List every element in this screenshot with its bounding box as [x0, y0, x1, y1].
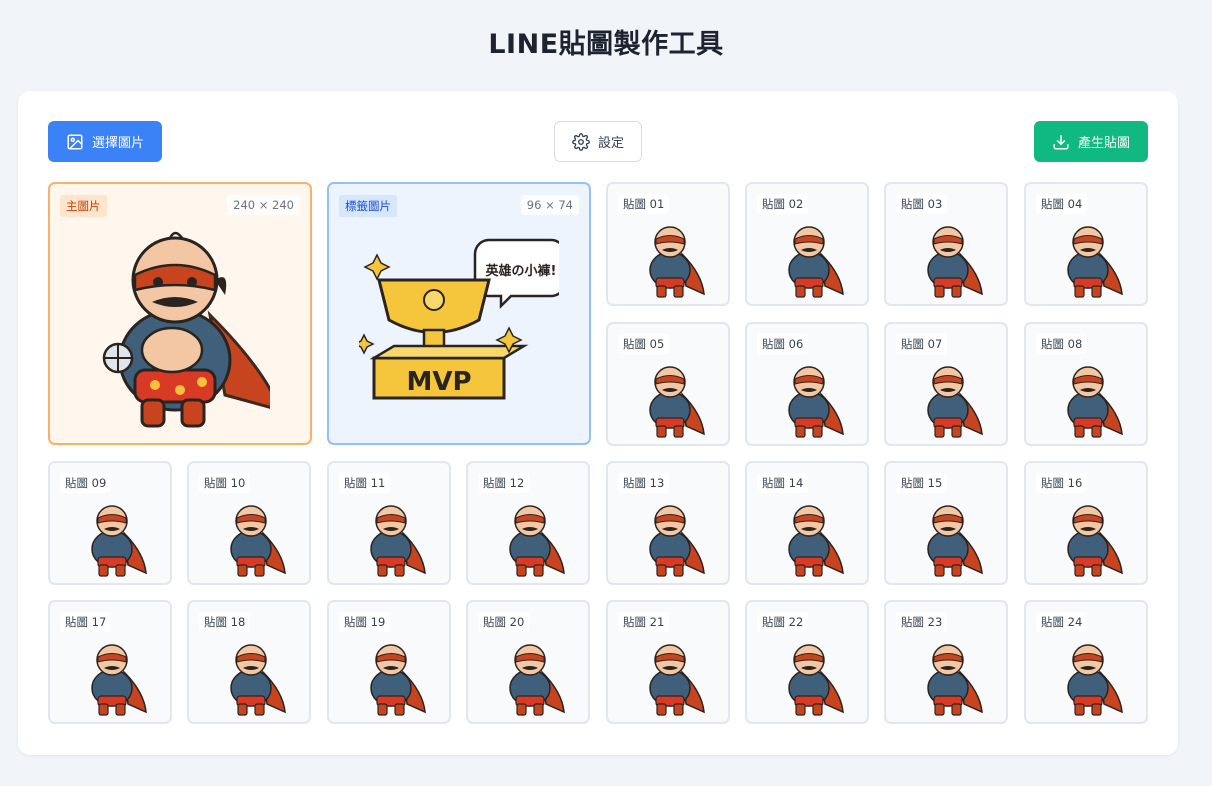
tab-image-tag: 標籤圖片	[339, 195, 397, 217]
sticker-tile-17[interactable]: 貼圖 17	[48, 600, 172, 724]
settings-button[interactable]: 設定	[554, 121, 642, 162]
sticker-tile-08[interactable]: 貼圖 08	[1024, 322, 1148, 446]
sticker-tile-09[interactable]: 貼圖 09	[48, 461, 172, 585]
trophy-mvp-text: MVP	[406, 367, 471, 397]
generate-stickers-button[interactable]: 產生貼圖	[1034, 121, 1148, 162]
main-image-tag: 主圖片	[60, 195, 107, 217]
sticker-thumbnail	[927, 644, 983, 716]
sticker-tile-01[interactable]: 貼圖 01	[606, 182, 730, 306]
sticker-thumbnail	[649, 644, 705, 716]
sticker-label: 貼圖 12	[478, 473, 530, 493]
sticker-label: 貼圖 09	[60, 473, 112, 493]
sticker-label: 貼圖 02	[757, 194, 809, 214]
sticker-label: 貼圖 14	[757, 473, 809, 493]
tab-image-dimensions: 96 × 74	[520, 195, 579, 215]
sticker-thumbnail	[788, 366, 844, 438]
sticker-label: 貼圖 11	[339, 473, 391, 493]
sticker-tile-02[interactable]: 貼圖 02	[745, 182, 869, 306]
sticker-tile-05[interactable]: 貼圖 05	[606, 322, 730, 446]
sticker-thumbnail	[649, 226, 705, 298]
editor-card: 選擇圖片 設定 產生貼圖 主圖片 240 × 240 標籤圖片 96 × 74 …	[18, 91, 1178, 755]
sticker-label: 貼圖 23	[896, 612, 948, 632]
sticker-label: 貼圖 19	[339, 612, 391, 632]
sticker-label: 貼圖 07	[896, 334, 948, 354]
sticker-thumbnail	[649, 366, 705, 438]
generate-stickers-label: 產生貼圖	[1077, 136, 1130, 151]
sticker-tile-20[interactable]: 貼圖 20	[466, 600, 590, 724]
sticker-label: 貼圖 08	[1036, 334, 1088, 354]
superhero-character-illustration	[102, 231, 270, 428]
sticker-thumbnail	[509, 644, 565, 716]
sticker-label: 貼圖 04	[1036, 194, 1088, 214]
sticker-thumbnail	[1067, 505, 1123, 577]
speech-bubble-text: 英雄の小褲!	[485, 263, 557, 279]
sticker-tile-21[interactable]: 貼圖 21	[606, 600, 730, 724]
sticker-label: 貼圖 05	[618, 334, 670, 354]
sticker-tile-19[interactable]: 貼圖 19	[327, 600, 451, 724]
sticker-thumbnail	[91, 644, 147, 716]
sticker-label: 貼圖 16	[1036, 473, 1088, 493]
sticker-tile-15[interactable]: 貼圖 15	[884, 461, 1008, 585]
main-image-dimensions: 240 × 240	[227, 195, 300, 215]
mvp-trophy-illustration: 英雄の小褲! MVP	[359, 238, 559, 400]
sticker-tile-10[interactable]: 貼圖 10	[187, 461, 311, 585]
sticker-tile-24[interactable]: 貼圖 24	[1024, 600, 1148, 724]
sticker-thumbnail	[788, 644, 844, 716]
sticker-thumbnail	[91, 505, 147, 577]
sticker-thumbnail	[649, 505, 705, 577]
sticker-tile-16[interactable]: 貼圖 16	[1024, 461, 1148, 585]
sticker-tile-23[interactable]: 貼圖 23	[884, 600, 1008, 724]
settings-label: 設定	[597, 136, 624, 151]
sticker-thumbnail	[230, 505, 286, 577]
main-image-preview[interactable]: 主圖片 240 × 240	[48, 182, 312, 445]
sticker-tile-03[interactable]: 貼圖 03	[884, 182, 1008, 306]
sticker-label: 貼圖 06	[757, 334, 809, 354]
sticker-thumbnail	[370, 644, 426, 716]
sticker-thumbnail	[230, 644, 286, 716]
sticker-tile-11[interactable]: 貼圖 11	[327, 461, 451, 585]
page-title: LINE貼圖製作工具	[488, 29, 724, 60]
sticker-thumbnail	[927, 226, 983, 298]
sticker-label: 貼圖 22	[757, 612, 809, 632]
tab-image-preview[interactable]: 標籤圖片 96 × 74 英雄の小褲! MVP	[327, 182, 591, 445]
sticker-thumbnail	[927, 366, 983, 438]
select-image-label: 選擇圖片	[91, 136, 144, 151]
image-icon	[67, 134, 83, 149]
sticker-thumbnail	[370, 505, 426, 577]
sticker-label: 貼圖 18	[199, 612, 251, 632]
download-icon	[1053, 134, 1069, 149]
sticker-thumbnail	[1067, 366, 1123, 438]
sticker-label: 貼圖 03	[896, 194, 948, 214]
sticker-thumbnail	[1067, 644, 1123, 716]
sticker-tile-22[interactable]: 貼圖 22	[745, 600, 869, 724]
sticker-tile-06[interactable]: 貼圖 06	[745, 322, 869, 446]
sticker-tile-12[interactable]: 貼圖 12	[466, 461, 590, 585]
sticker-thumbnail	[788, 505, 844, 577]
sticker-label: 貼圖 20	[478, 612, 530, 632]
sticker-label: 貼圖 24	[1036, 612, 1088, 632]
sticker-thumbnail	[788, 226, 844, 298]
sticker-tile-18[interactable]: 貼圖 18	[187, 600, 311, 724]
sticker-thumbnail	[509, 505, 565, 577]
sticker-label: 貼圖 21	[618, 612, 670, 632]
sticker-label: 貼圖 10	[199, 473, 251, 493]
select-image-button[interactable]: 選擇圖片	[48, 121, 162, 162]
gear-icon	[572, 132, 590, 151]
sticker-thumbnail	[1067, 226, 1123, 298]
sticker-label: 貼圖 13	[618, 473, 670, 493]
sticker-tile-07[interactable]: 貼圖 07	[884, 322, 1008, 446]
sticker-tile-04[interactable]: 貼圖 04	[1024, 182, 1148, 306]
sticker-label: 貼圖 17	[60, 612, 112, 632]
sticker-tile-14[interactable]: 貼圖 14	[745, 461, 869, 585]
sticker-label: 貼圖 15	[896, 473, 948, 493]
sticker-label: 貼圖 01	[618, 194, 670, 214]
sticker-tile-13[interactable]: 貼圖 13	[606, 461, 730, 585]
sticker-thumbnail	[927, 505, 983, 577]
